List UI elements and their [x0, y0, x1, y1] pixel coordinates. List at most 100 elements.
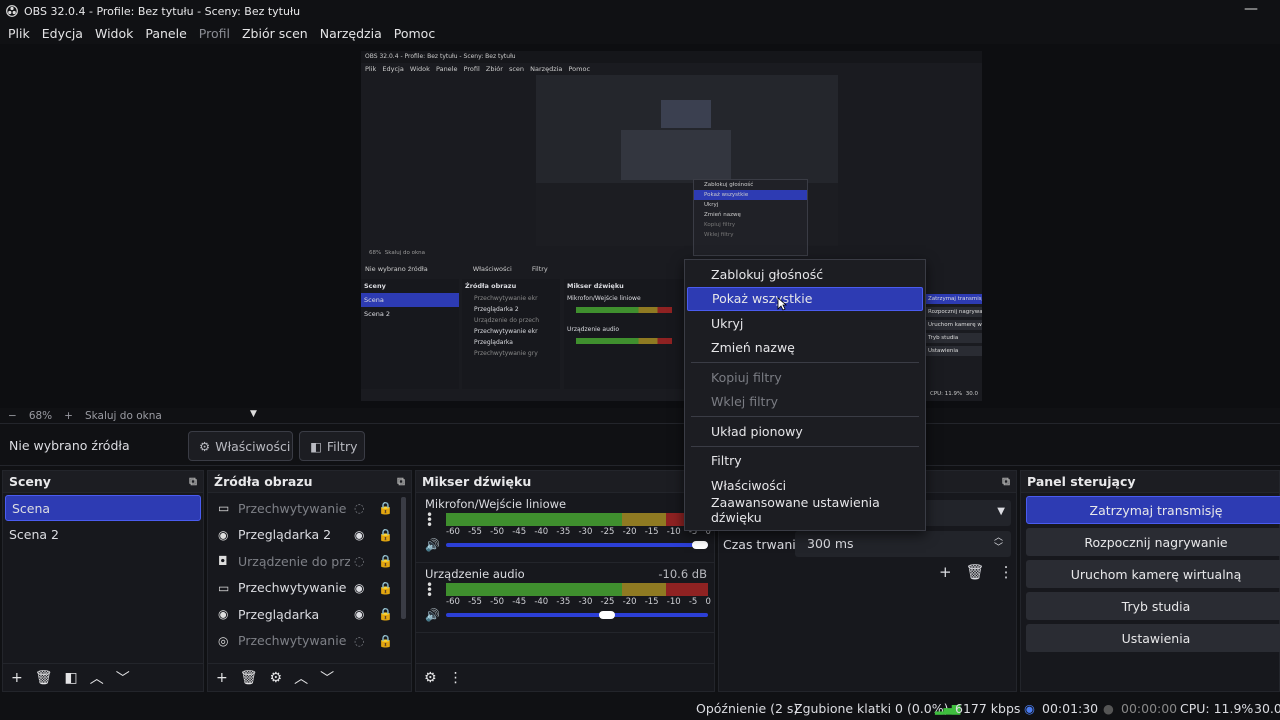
menu-widok[interactable]: Widok: [89, 26, 139, 41]
source-item[interactable]: ▭ Przechwytywanie ekr ◉ 🔒: [208, 575, 411, 602]
settings-button[interactable]: Ustawienia: [1026, 624, 1280, 652]
source-item[interactable]: ▭ Przechwytywanie ekr ◌ 🔒: [208, 495, 411, 522]
inner-scene-item: Scena: [361, 293, 459, 307]
filter-icon[interactable]: ◧: [65, 670, 78, 686]
controls-header: Panel sterujący: [1021, 471, 1279, 493]
chevron-down-icon[interactable]: ▼: [250, 409, 257, 419]
more-icon[interactable]: • • •: [426, 579, 433, 601]
menu-item-filters[interactable]: Filtry: [685, 449, 925, 474]
speaker-icon[interactable]: 🔊: [425, 608, 440, 622]
trash-icon[interactable]: 🗑: [966, 563, 985, 581]
filters-button[interactable]: ◧ Filtry: [299, 431, 365, 461]
lock-icon[interactable]: 🔒: [378, 501, 393, 515]
scene-item[interactable]: Scena: [5, 495, 201, 521]
source-item[interactable]: ◉ Przeglądarka ◉ 🔒: [208, 601, 411, 628]
scenes-dock: Sceny ⧉ Scena Scena 2 + 🗑 ◧ ︿ ﹀: [2, 470, 204, 692]
start-recording-button[interactable]: Rozpocznij nagrywanie: [1026, 528, 1280, 556]
stepper-icon[interactable]: ︿ ﹀: [994, 533, 1003, 553]
studio-mode-button[interactable]: Tryb studia: [1026, 592, 1280, 620]
gear-icon[interactable]: ⚙: [424, 670, 437, 686]
virtual-camera-button[interactable]: Uruchom kamerę wirtualną: [1026, 560, 1280, 588]
menu-profil[interactable]: Profil: [193, 26, 236, 41]
trash-icon[interactable]: 🗑: [35, 670, 53, 686]
menu-item-show-all[interactable]: Pokaż wszystkie: [687, 286, 923, 311]
source-item[interactable]: ◉ Przeglądarka 2 ◉ 🔒: [208, 522, 411, 549]
volume-meter: [446, 513, 708, 526]
lock-icon[interactable]: 🔒: [378, 581, 393, 595]
add-icon[interactable]: +: [216, 670, 228, 686]
inner-control-button: Tryb studia: [926, 333, 982, 343]
stop-stream-button[interactable]: Zatrzymaj transmisję: [1026, 496, 1280, 524]
inner-filters: Filtry: [531, 265, 548, 273]
inner-control-button: Zatrzymaj transmisję: [926, 294, 982, 304]
inner-menu-item: Pokaż wszystkie: [694, 190, 807, 200]
menu-zbior-scen[interactable]: Zbiór scen: [236, 26, 314, 41]
eye-hidden-icon[interactable]: ◌: [354, 554, 364, 568]
inner-zoombar: 68% Skaluj do okna: [361, 250, 982, 258]
zoom-level: 68%: [28, 409, 53, 422]
down-icon[interactable]: ﹀: [116, 668, 130, 688]
volume-slider[interactable]: [446, 541, 708, 549]
source-label: Przechwytywanie ekr: [238, 500, 350, 516]
eye-hidden-icon[interactable]: ◌: [354, 634, 364, 648]
source-item[interactable]: ◎ Przechwytywanie gry ◌ 🔒: [208, 628, 411, 655]
menu-narzedzia[interactable]: Narzędzia: [314, 26, 388, 41]
properties-button[interactable]: ⚙ Właściwości: [188, 431, 293, 461]
inner-fps: 30.0: [965, 391, 978, 397]
menu-edycja[interactable]: Edycja: [36, 26, 89, 41]
undock-icon[interactable]: ⧉: [1002, 475, 1010, 489]
add-icon[interactable]: +: [11, 670, 23, 686]
duration-input[interactable]: 300 ms ︿ ﹀: [795, 531, 1011, 557]
menu-item-vertical-layout[interactable]: Układ pionowy: [685, 419, 925, 444]
mixer-channel: Mikrofon/Wejście liniowe 0. ••• -60-55-5…: [416, 493, 714, 563]
zoom-in-button[interactable]: +: [64, 410, 73, 422]
down-icon[interactable]: ﹀: [320, 668, 334, 688]
menu-item-lock-volume[interactable]: Zablokuj głośność: [685, 262, 925, 287]
slider-knob[interactable]: [598, 611, 615, 619]
meter-tick: -10: [666, 527, 681, 537]
menu-item-rename[interactable]: Zmień nazwę: [685, 336, 925, 361]
sources-dock: Źródła obrazu ⧉ ▭ Przechwytywanie ekr ◌ 🔒 ◉ P…: [207, 470, 412, 692]
speaker-icon[interactable]: 🔊: [425, 538, 440, 552]
source-item[interactable]: ◘ Urządzenie do przech ◌ 🔒: [208, 548, 411, 575]
trash-icon[interactable]: 🗑: [240, 670, 258, 686]
zoom-out-button[interactable]: −: [8, 410, 17, 422]
lock-icon[interactable]: 🔒: [378, 634, 393, 648]
lock-icon[interactable]: 🔒: [378, 528, 393, 542]
inner-menu-item: Narzędzia: [530, 65, 563, 73]
sources-toolbar: + 🗑 ⚙ ︿ ﹀: [208, 663, 411, 691]
more-icon[interactable]: ⋮: [449, 670, 463, 686]
eye-icon[interactable]: ◉: [354, 607, 364, 621]
menu-panele[interactable]: Panele: [139, 26, 192, 41]
no-source-label: Nie wybrano źródła: [9, 438, 130, 453]
menu-plik[interactable]: Plik: [2, 26, 36, 41]
eye-icon[interactable]: ◉: [354, 581, 364, 595]
menu-bar: Plik Edycja Widok Panele Profil Zbiór sc…: [0, 22, 1280, 44]
menu-item-hide[interactable]: Ukryj: [685, 311, 925, 336]
meter-tick: -50: [490, 597, 505, 607]
menu-item-advanced-audio[interactable]: Zaawansowane ustawienia dźwięku: [685, 495, 925, 525]
add-icon[interactable]: +: [939, 563, 952, 581]
menu-pomoc[interactable]: Pomoc: [388, 26, 441, 41]
up-icon[interactable]: ︿: [90, 668, 104, 688]
more-icon[interactable]: • • •: [426, 509, 433, 531]
undock-icon[interactable]: ⧉: [189, 475, 197, 489]
meter-tick: -15: [644, 597, 659, 607]
button-label: Uruchom kamerę wirtualną: [1070, 566, 1242, 582]
scale-select[interactable]: Skaluj do okna: [85, 410, 162, 422]
more-icon[interactable]: ⋮: [999, 563, 1014, 581]
eye-hidden-icon[interactable]: ◌: [354, 501, 364, 515]
volume-slider[interactable]: [446, 611, 708, 619]
minimize-button[interactable]: —: [1244, 1, 1258, 17]
eye-icon[interactable]: ◉: [354, 528, 364, 542]
gear-icon[interactable]: ⚙: [270, 670, 283, 686]
scene-item[interactable]: Scena 2: [3, 521, 203, 547]
up-icon[interactable]: ︿: [294, 668, 308, 688]
undock-icon[interactable]: ⧉: [397, 475, 405, 489]
scrollbar[interactable]: [401, 497, 406, 619]
slider-knob[interactable]: [692, 541, 708, 549]
button-label: Rozpocznij nagrywanie: [1084, 534, 1228, 550]
lock-icon[interactable]: 🔒: [378, 607, 393, 621]
preview-area[interactable]: OBS 32.0.4 - Profile: Bez tytułu - Sceny…: [0, 44, 1280, 408]
lock-icon[interactable]: 🔒: [378, 554, 393, 568]
